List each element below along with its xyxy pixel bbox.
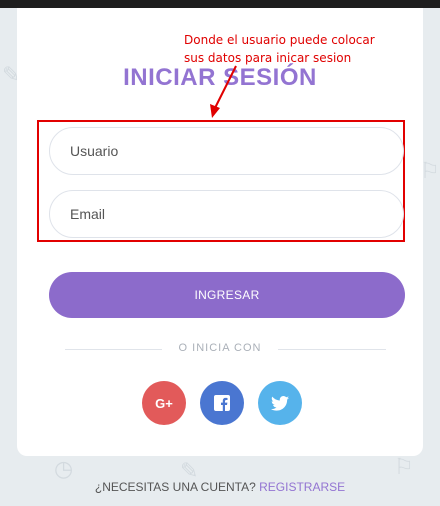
twitter-button[interactable]	[258, 381, 302, 425]
register-link[interactable]: REGISTRARSE	[259, 480, 345, 494]
divider-label: O INICIA CON	[178, 342, 262, 354]
signup-question: ¿NECESITAS UNA CUENTA?	[94, 480, 256, 494]
email-field[interactable]	[49, 190, 404, 238]
signup-prompt: ¿NECESITAS UNA CUENTA? REGISTRARSE	[0, 480, 440, 494]
facebook-button[interactable]	[200, 381, 244, 425]
divider-line-right	[278, 349, 386, 350]
login-button[interactable]: INGRESAR	[49, 272, 405, 318]
facebook-icon	[214, 395, 230, 411]
google-plus-button[interactable]: G+	[142, 381, 186, 425]
twitter-icon	[271, 395, 289, 411]
annotation-arrow-icon	[210, 65, 237, 118]
google-plus-icon: G+	[155, 395, 173, 411]
username-field[interactable]	[49, 127, 404, 175]
